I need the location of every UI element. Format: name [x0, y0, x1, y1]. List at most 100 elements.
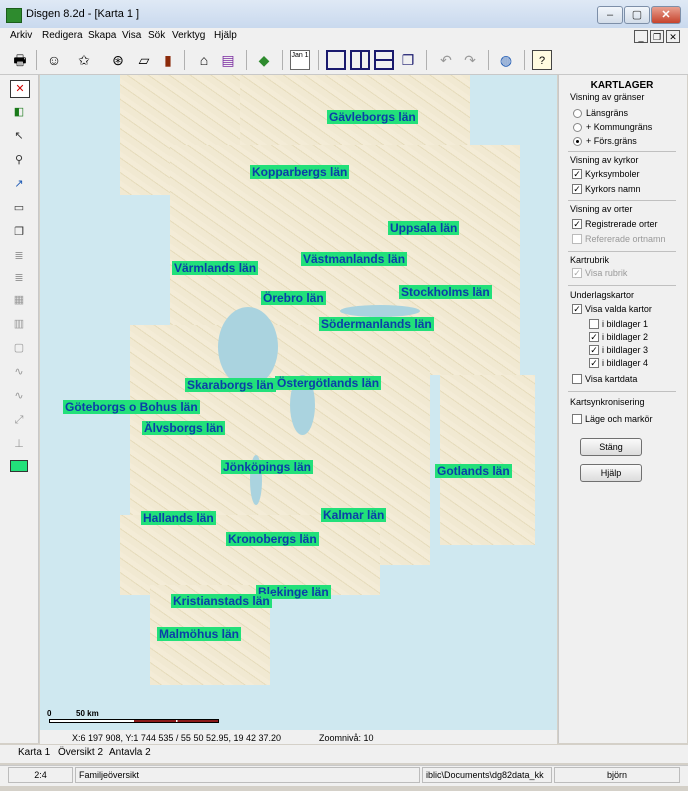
heading-label: Kartrubrik: [570, 255, 610, 265]
layout-rows-icon[interactable]: [374, 50, 394, 70]
toolbar-separator: [184, 50, 185, 70]
list-alt-icon[interactable]: ≣: [10, 270, 28, 286]
curve-alt-icon[interactable]: ∿: [10, 388, 28, 404]
show-selected-maps-checkbox[interactable]: ✓: [572, 304, 582, 314]
list-icon[interactable]: ≣: [10, 248, 28, 264]
boundary-option: + Förs.gräns: [586, 136, 637, 146]
book-icon[interactable]: ▮: [158, 50, 178, 70]
close-button[interactable]: ✕: [651, 6, 681, 24]
grid-icon[interactable]: ▦: [10, 292, 28, 308]
county-label: Kristianstads län: [171, 594, 272, 608]
undo-icon[interactable]: ↶: [436, 50, 456, 70]
place-option: Registrerade orter: [585, 219, 658, 229]
image-layer-2-checkbox[interactable]: ✓: [589, 332, 599, 342]
tab-antavla-2[interactable]: Antavla 2: [109, 747, 151, 758]
binoculars-icon[interactable]: ⊛: [108, 50, 128, 70]
star-person-icon[interactable]: ✩: [74, 50, 94, 70]
county-label: Uppsala län: [388, 221, 460, 235]
menu-redigera[interactable]: Redigera: [42, 30, 83, 41]
navigate-icon[interactable]: ↗: [10, 176, 28, 192]
county-label: Örebro län: [261, 291, 326, 305]
app-icon: [6, 8, 22, 23]
menu-hjalp[interactable]: Hjälp: [214, 30, 237, 41]
boundary-radio[interactable]: [573, 109, 582, 118]
image-layer-1-checkbox[interactable]: [589, 319, 599, 329]
pin-icon[interactable]: ⊥: [10, 436, 28, 452]
pointer-icon[interactable]: ↖: [10, 128, 28, 144]
person-icon[interactable]: ☺: [44, 50, 64, 70]
menu-visa[interactable]: Visa: [122, 30, 141, 41]
menu-arkiv[interactable]: Arkiv: [10, 30, 32, 41]
home-icon[interactable]: ⌂: [194, 50, 214, 70]
county-label: Stockholms län: [399, 285, 492, 299]
map-icon[interactable]: ◆: [254, 50, 274, 70]
county-label: Gotlands län: [435, 464, 512, 478]
menu-skapa[interactable]: Skapa: [88, 30, 116, 41]
columns-icon[interactable]: ▥: [10, 316, 28, 332]
minimize-button[interactable]: –: [597, 6, 623, 24]
boundaries-label: Visning av gränser: [570, 92, 645, 102]
image-layer-option: i bildlager 3: [602, 345, 649, 355]
path-icon[interactable]: ⤢: [10, 412, 28, 428]
county-label: Jönköpings län: [221, 460, 314, 474]
help-icon[interactable]: ?: [532, 50, 552, 70]
church-names-checkbox[interactable]: ✓: [572, 184, 582, 194]
status-view: Familjeöversikt: [75, 767, 420, 783]
label-color-icon[interactable]: [10, 460, 28, 472]
place-option: Refererade ortnamn: [585, 234, 666, 244]
layout-columns-icon[interactable]: [350, 50, 370, 70]
globe-icon[interactable]: ◍: [496, 50, 516, 70]
image-layer-3-checkbox[interactable]: ✓: [589, 345, 599, 355]
maximize-button[interactable]: ▢: [624, 6, 650, 24]
layout-cascade-icon[interactable]: ❐: [398, 50, 418, 70]
calendar-icon[interactable]: Jan 1: [290, 50, 310, 70]
boundary-radio[interactable]: [573, 123, 582, 132]
ruler-icon[interactable]: ▭: [10, 200, 28, 216]
mdi-restore-button[interactable]: ❐: [650, 30, 664, 43]
county-label: Värmlands län: [172, 261, 259, 275]
window-title: Disgen 8.2d - [Karta 1 ]: [26, 8, 140, 20]
open-folder-icon[interactable]: ▱: [134, 50, 154, 70]
registered-places-checkbox[interactable]: ✓: [572, 219, 582, 229]
county-label: Älvsborgs län: [142, 421, 226, 435]
base-map-option: Visa valda kartor: [585, 304, 652, 314]
frame-icon[interactable]: ▢: [10, 340, 28, 356]
scale-distance: 50 km: [76, 709, 99, 718]
referenced-names-checkbox[interactable]: [572, 234, 582, 244]
zoom-icon[interactable]: ⚲: [10, 152, 28, 168]
zoom-level: Zoomnivå: 10: [319, 733, 374, 743]
mdi-close-button[interactable]: ✕: [666, 30, 680, 43]
county-label: Kronobergs län: [226, 532, 319, 546]
delete-icon[interactable]: ✕: [10, 80, 30, 98]
tab-oversikt-2[interactable]: Översikt 2: [58, 747, 103, 758]
help-button[interactable]: Hjälp: [580, 464, 642, 482]
redo-icon[interactable]: ↷: [460, 50, 480, 70]
copy-icon[interactable]: ❐: [10, 224, 28, 240]
position-marker-checkbox[interactable]: [572, 414, 582, 424]
show-map-data-checkbox[interactable]: [572, 374, 582, 384]
toolbar-separator: [524, 50, 525, 70]
show-heading-checkbox[interactable]: ✓: [572, 268, 582, 278]
churches-label: Visning av kyrkor: [570, 155, 639, 165]
books-icon[interactable]: ▤: [218, 50, 238, 70]
church-symbols-checkbox[interactable]: ✓: [572, 169, 582, 179]
close-panel-button[interactable]: Stäng: [580, 438, 642, 456]
menu-sok[interactable]: Sök: [148, 30, 165, 41]
tab-karta-1[interactable]: Karta 1: [18, 747, 50, 758]
places-label: Visning av orter: [570, 204, 633, 214]
map-view[interactable]: Gävleborgs län Kopparbergs län Uppsala l…: [40, 75, 557, 730]
boundary-option: Länsgräns: [586, 108, 629, 118]
layout-single-icon[interactable]: [326, 50, 346, 70]
toolbar-separator: [426, 50, 427, 70]
boundary-radio-selected[interactable]: [573, 137, 582, 146]
image-layer-4-checkbox[interactable]: ✓: [589, 358, 599, 368]
printer-icon[interactable]: 🖶: [10, 50, 30, 70]
county-label: Gävleborgs län: [327, 110, 418, 124]
mdi-minimize-button[interactable]: _: [634, 30, 648, 43]
heading-option: Visa rubrik: [585, 268, 628, 278]
curve-icon[interactable]: ∿: [10, 364, 28, 380]
toolbar-separator: [282, 50, 283, 70]
county-label: Malmöhus län: [157, 627, 242, 641]
layers-icon[interactable]: ◧: [10, 104, 28, 120]
menu-verktyg[interactable]: Verktyg: [172, 30, 205, 41]
